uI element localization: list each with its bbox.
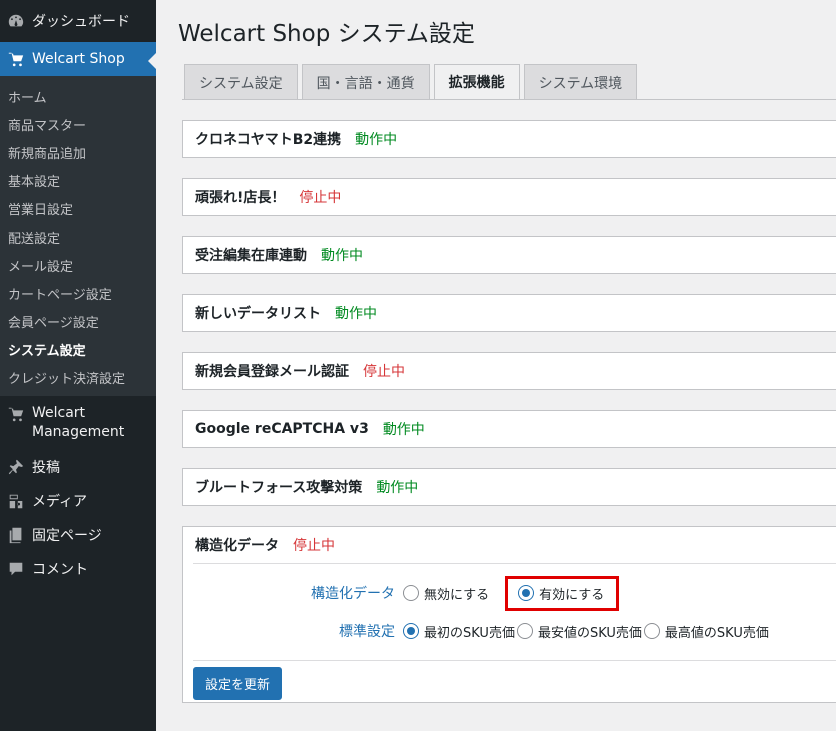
extension-box: 新規会員登録メール認証 停止中 [182, 352, 836, 390]
lowest-sku-radio[interactable] [516, 623, 533, 639]
highest-sku-option[interactable]: 最高値のSKU売価 [643, 622, 769, 641]
extension-header[interactable]: 頑張れ!店長！ 停止中 [183, 179, 836, 215]
tab-extensions[interactable]: 拡張機能 [433, 64, 520, 100]
extension-box: 新しいデータリスト 動作中 [182, 294, 836, 332]
submenu-business-days[interactable]: 営業日設定 [0, 195, 156, 223]
tab-system-settings[interactable]: システム設定 [184, 64, 298, 100]
dashboard-icon [6, 11, 26, 31]
pushpin-icon [6, 457, 26, 477]
extension-header[interactable]: 新規会員登録メール認証 停止中 [183, 353, 836, 389]
highest-sku-label: 最高値のSKU売価 [664, 625, 769, 641]
cart-icon [6, 49, 26, 69]
menu-label-line2: Management [32, 424, 125, 441]
submenu-basic-settings[interactable]: 基本設定 [0, 167, 156, 195]
menu-media[interactable]: メディア [0, 484, 156, 518]
first-sku-radio[interactable] [403, 623, 419, 639]
extension-box: 受注編集在庫連動 動作中 [182, 236, 836, 274]
menu-comments-label: コメント [32, 562, 88, 579]
extension-header[interactable]: クロネコヤマトB2連携 動作中 [183, 121, 836, 157]
menu-dashboard-label: ダッシュボード [32, 14, 130, 30]
lowest-sku-label: 最安値のSKU売価 [537, 625, 642, 641]
settings-tabs: システム設定 国・言語・通貨 拡張機能 システム環境 [184, 64, 641, 100]
comment-icon [6, 559, 26, 579]
enable-option-label: 有効にする [539, 587, 605, 603]
extension-status: 動作中 [335, 306, 377, 322]
menu-posts[interactable]: 投稿 [0, 450, 156, 484]
menu-welcart-shop[interactable]: Welcart Shop [0, 42, 156, 76]
submenu-cart-page[interactable]: カートページ設定 [0, 279, 156, 307]
tab-country-language-currency[interactable]: 国・言語・通貨 [301, 64, 430, 100]
highest-sku-radio[interactable] [643, 623, 660, 639]
enable-option[interactable]: 有効にする [505, 575, 620, 611]
extension-box: 頑張れ!店長！ 停止中 [182, 178, 836, 216]
pages-icon [6, 525, 26, 545]
menu-comments[interactable]: コメント [0, 552, 156, 586]
extension-status: 停止中 [363, 364, 405, 380]
disable-option-label: 無効にする [424, 587, 490, 603]
welcart-shop-submenu: ホーム 商品マスター 新規商品追加 基本設定 営業日設定 配送設定 メール設定 … [0, 76, 156, 397]
extension-name: Google reCAPTCHA v3 [195, 421, 369, 437]
extension-name: 新しいデータリスト [195, 306, 321, 322]
menu-welcart-management-label: Welcart Management [32, 404, 124, 442]
structured-data-label: 構造化データ [311, 586, 395, 602]
submenu-item-master[interactable]: 商品マスター [0, 110, 156, 138]
page-title: Welcart Shop システム設定 [178, 21, 475, 47]
extension-name: 受注編集在庫連動 [195, 248, 307, 264]
first-sku-option[interactable]: 最初のSKU売価 [403, 622, 515, 641]
menu-pages[interactable]: 固定ページ [0, 518, 156, 552]
extension-box: クロネコヤマトB2連携 動作中 [182, 120, 836, 158]
extension-name: ブルートフォース攻撃対策 [195, 480, 363, 496]
disable-radio[interactable] [403, 585, 419, 601]
extension-header[interactable]: 構造化データ 停止中 [183, 527, 836, 563]
update-settings-button[interactable]: 設定を更新 [193, 667, 283, 700]
structured-data-row: 構造化データ 無効にする 有効にする [193, 574, 836, 612]
extension-box: ブルートフォース攻撃対策 動作中 [182, 468, 836, 506]
tabs-divider [182, 99, 836, 100]
menu-media-label: メディア [32, 494, 88, 511]
extension-status: 動作中 [321, 248, 363, 264]
extension-header[interactable]: Google reCAPTCHA v3 動作中 [183, 411, 836, 447]
extension-header[interactable]: 受注編集在庫連動 動作中 [183, 237, 836, 273]
submenu-new-item[interactable]: 新規商品追加 [0, 138, 156, 166]
extension-name: クロネコヤマトB2連携 [195, 132, 342, 148]
standard-setting-row: 標準設定 最初のSKU売価 最安値のSKU売価 最高値のSKU売価 [193, 612, 836, 650]
extension-status: 動作中 [376, 480, 419, 496]
settings-divider [193, 660, 836, 661]
submenu-system-settings[interactable]: システム設定 [0, 336, 156, 364]
menu-label-line1: Welcart [32, 405, 86, 422]
extension-status: 動作中 [355, 132, 398, 148]
extension-box: Google reCAPTCHA v3 動作中 [182, 410, 836, 448]
menu-separator [0, 442, 156, 450]
submenu-home[interactable]: ホーム [0, 82, 156, 110]
first-sku-label: 最初のSKU売価 [424, 625, 515, 641]
extension-status: 動作中 [382, 422, 425, 438]
structured-data-box: 構造化データ 停止中 構造化データ 無効にする 有効にする 標準設定 最初のSK… [182, 526, 836, 703]
lowest-sku-option[interactable]: 最安値のSKU売価 [516, 622, 642, 641]
main-content: Welcart Shop システム設定 システム設定 国・言語・通貨 拡張機能 … [156, 0, 836, 731]
submenu-member-page[interactable]: 会員ページ設定 [0, 308, 156, 336]
extension-header[interactable]: ブルートフォース攻撃対策 動作中 [183, 469, 836, 505]
submenu-mail[interactable]: メール設定 [0, 251, 156, 279]
extension-header[interactable]: 新しいデータリスト 動作中 [183, 295, 836, 331]
media-icon [6, 491, 26, 511]
extension-name: 頑張れ!店長！ [195, 190, 286, 206]
admin-sidebar: ダッシュボード Welcart Shop ホーム 商品マスター 新規商品追加 基… [0, 0, 156, 731]
extension-status: 停止中 [293, 538, 335, 554]
extension-name: 新規会員登録メール認証 [195, 364, 349, 380]
enable-radio[interactable] [518, 585, 535, 601]
cart-icon [6, 404, 26, 424]
submenu-shipping[interactable]: 配送設定 [0, 223, 156, 251]
extension-status: 停止中 [299, 190, 342, 206]
standard-setting-label: 標準設定 [339, 624, 395, 640]
menu-welcart-shop-label: Welcart Shop [32, 51, 125, 67]
structured-data-settings: 構造化データ 無効にする 有効にする 標準設定 最初のSKU売価 最安値のSKU… [193, 563, 836, 710]
menu-posts-label: 投稿 [32, 460, 60, 477]
menu-welcart-management[interactable]: Welcart Management [0, 396, 156, 442]
disable-option[interactable]: 無効にする [403, 584, 489, 603]
tab-system-environment[interactable]: システム環境 [523, 64, 638, 100]
menu-pages-label: 固定ページ [32, 528, 102, 545]
menu-dashboard[interactable]: ダッシュボード [0, 0, 156, 42]
submenu-credit-payment[interactable]: クレジット決済設定 [0, 364, 156, 392]
extension-name: 構造化データ [195, 538, 279, 554]
